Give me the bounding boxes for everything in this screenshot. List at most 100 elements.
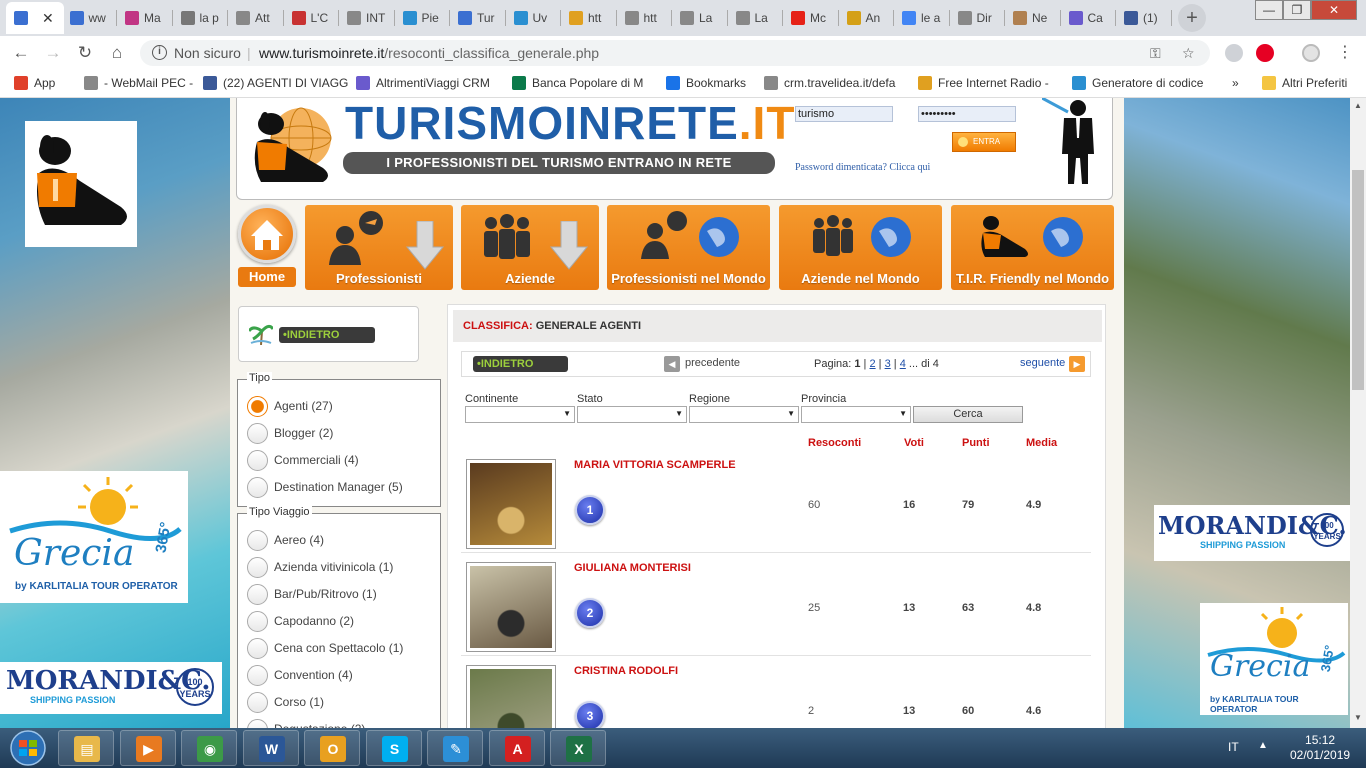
security-status[interactable]: Non sicuro	[174, 45, 241, 61]
facet-option[interactable]: Cena con Spettacolo (1)	[247, 637, 403, 659]
browser-tab[interactable]: Mc	[783, 2, 838, 34]
browser-tab[interactable]: Pie	[395, 2, 450, 34]
radio-button[interactable]	[247, 529, 268, 551]
radio-button[interactable]	[247, 583, 268, 605]
taskbar-app[interactable]: ▤	[58, 730, 114, 766]
filter-stato-select[interactable]	[577, 406, 687, 423]
login-button[interactable]: ENTRA	[952, 132, 1016, 152]
browser-tab[interactable]: La	[728, 2, 783, 34]
taskbar-app[interactable]: X	[550, 730, 606, 766]
login-password-field[interactable]: •••••••••	[918, 106, 1016, 122]
morandi-ad-right[interactable]: MORANDI&C. SHIPPING PASSION 100 YEARS	[1154, 505, 1350, 561]
browser-tab[interactable]: htt	[561, 2, 616, 34]
facet-option[interactable]: Convention (4)	[247, 664, 353, 686]
taskbar-app[interactable]: ✎	[427, 730, 483, 766]
scrollbar-thumb[interactable]	[1352, 170, 1364, 390]
close-tab-icon[interactable]: ✕	[42, 10, 54, 27]
nav-professionisti-mondo[interactable]: Professionisti nel Mondo	[607, 205, 770, 290]
taskbar-app[interactable]: A	[488, 730, 545, 766]
radio-button[interactable]	[247, 637, 268, 659]
profile-avatar[interactable]	[1302, 44, 1320, 62]
bookmark-item[interactable]: Free Internet Radio -	[918, 76, 1049, 90]
browser-tab[interactable]: Ma	[117, 2, 172, 34]
page-link-4[interactable]: 4	[900, 358, 906, 370]
agent-name-link[interactable]: MARIA VITTORIA SCAMPERLE	[574, 459, 736, 471]
browser-tab[interactable]: htt	[617, 2, 672, 34]
morandi-ad-left[interactable]: MORANDI&C. SHIPPING PASSION 100 YEARS	[0, 662, 222, 714]
facet-option[interactable]: Aereo (4)	[247, 529, 324, 551]
browser-tab[interactable]: An	[839, 2, 894, 34]
logo-title[interactable]: TURISMOINRETE.IT	[345, 98, 795, 148]
page-scrollbar[interactable]: ▲ ▼	[1350, 98, 1366, 728]
agent-photo[interactable]	[466, 459, 556, 549]
next-link[interactable]: seguente	[1020, 357, 1065, 369]
bookmark-item[interactable]: AltrimentiViaggi CRM	[356, 76, 490, 90]
facet-option[interactable]: Corso (1)	[247, 691, 324, 713]
address-bar[interactable]: i Non sicuro | www.turismoinrete.it/reso…	[140, 40, 1210, 66]
bookmark-item[interactable]: (22) AGENTI DI VIAGG	[203, 76, 348, 90]
next-arrow-icon[interactable]: ▶	[1069, 356, 1085, 372]
back-button[interactable]: ←	[10, 42, 32, 64]
agent-photo[interactable]	[466, 562, 556, 652]
radio-button[interactable]	[247, 691, 268, 713]
facet-option[interactable]: Agenti (27)	[247, 395, 333, 417]
search-button[interactable]: Cerca	[913, 406, 1023, 423]
page-link-2[interactable]: 2	[869, 358, 875, 370]
facet-option[interactable]: Destination Manager (5)	[247, 476, 403, 498]
radio-button[interactable]	[247, 718, 268, 728]
facet-option[interactable]: Commerciali (4)	[247, 449, 359, 471]
agent-row[interactable]: MARIA VITTORIA SCAMPERLE 1 60 16 79 4.9	[461, 457, 1091, 553]
new-tab-button[interactable]: +	[1178, 4, 1206, 32]
column-punti[interactable]: Punti	[962, 437, 990, 449]
close-window-button[interactable]: ✕	[1311, 0, 1357, 20]
facet-option[interactable]: Bar/Pub/Ritrovo (1)	[247, 583, 377, 605]
skype-extension-icon[interactable]	[1225, 44, 1243, 62]
bookmark-star-icon[interactable]: ☆	[1182, 45, 1195, 62]
agent-name-link[interactable]: GIULIANA MONTERISI	[574, 562, 691, 574]
radio-button[interactable]	[247, 610, 268, 632]
radio-button[interactable]	[247, 449, 268, 471]
facet-option[interactable]: Degustazione (2)	[247, 718, 365, 728]
facet-option[interactable]: Blogger (2)	[247, 422, 333, 444]
tray-clock[interactable]: 15:12 02/01/2019	[1290, 733, 1350, 763]
bookmark-item[interactable]: Generatore di codice	[1072, 76, 1203, 90]
radio-button[interactable]	[247, 556, 268, 578]
home-button[interactable]: ⌂	[106, 42, 128, 64]
page-link-3[interactable]: 3	[885, 358, 891, 370]
browser-tab[interactable]: (1)	[1116, 2, 1171, 34]
browser-tab[interactable]: Uv	[506, 2, 561, 34]
url-text[interactable]: www.turismoinrete.it/resoconti_classific…	[259, 45, 599, 61]
browser-tab[interactable]: Dir	[950, 2, 1005, 34]
tray-language[interactable]: IT	[1228, 740, 1239, 754]
bookmark-item[interactable]: crm.travelidea.it/defa	[764, 76, 895, 90]
agent-row[interactable]: GIULIANA MONTERISI 2 25 13 63 4.8	[461, 560, 1091, 656]
browser-tab[interactable]: ✕	[6, 2, 64, 34]
taskbar-app[interactable]: W	[242, 730, 299, 766]
windows-start-icon[interactable]	[4, 729, 52, 767]
taskbar-app[interactable]: ◉	[181, 730, 237, 766]
nav-aziende[interactable]: Aziende	[461, 205, 599, 290]
grecia-ad-right[interactable]: Grecia 365° by KARLITALIA TOUR OPERATOR	[1200, 603, 1348, 715]
taskbar-app[interactable]: ▶	[119, 730, 176, 766]
forward-button[interactable]: →	[42, 42, 64, 64]
filter-continente-select[interactable]	[465, 406, 575, 423]
nav-home[interactable]: Home	[238, 205, 296, 290]
facet-option[interactable]: Azienda vitivinicola (1)	[247, 556, 393, 578]
taskbar-app[interactable]: S	[365, 730, 422, 766]
browser-tab[interactable]: ww	[62, 2, 117, 34]
nav-tir-friendly[interactable]: T.I.R. Friendly nel Mondo	[951, 205, 1114, 290]
prev-arrow-icon[interactable]: ◀	[664, 356, 680, 372]
browser-tab[interactable]: Ca	[1061, 2, 1116, 34]
browser-tab[interactable]: Att	[228, 2, 283, 34]
reload-button[interactable]: ↻	[74, 42, 96, 64]
mascot-dog-ad[interactable]	[25, 121, 137, 247]
browser-tab[interactable]: INT	[339, 2, 394, 34]
agent-photo[interactable]	[466, 665, 556, 728]
filter-provincia-select[interactable]	[801, 406, 911, 423]
radio-button[interactable]	[247, 476, 268, 498]
radio-button[interactable]	[247, 422, 268, 444]
filter-regione-select[interactable]	[689, 406, 799, 423]
column-voti[interactable]: Voti	[904, 437, 924, 449]
facet-option[interactable]: Capodanno (2)	[247, 610, 354, 632]
minimize-button[interactable]: —	[1255, 0, 1283, 20]
